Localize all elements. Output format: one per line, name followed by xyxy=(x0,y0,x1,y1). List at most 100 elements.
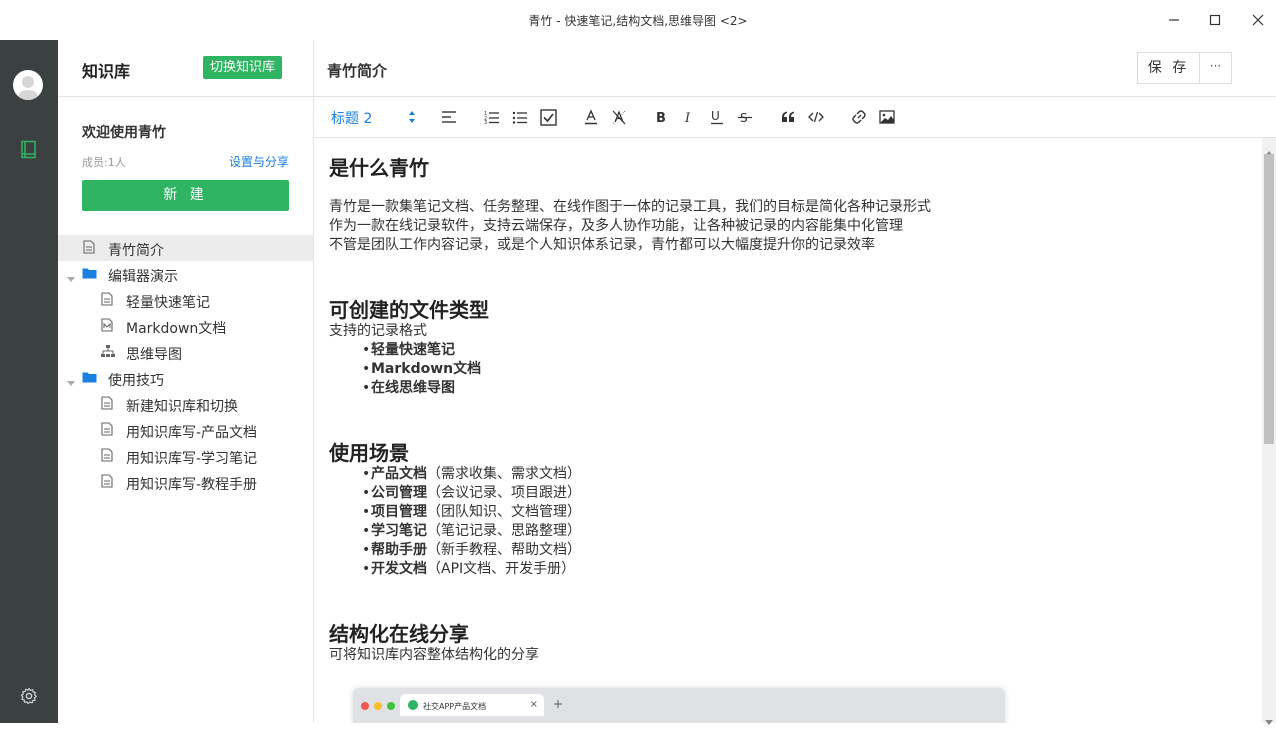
align-button[interactable] xyxy=(440,108,458,126)
checklist-button[interactable] xyxy=(539,108,557,126)
list-item: •学习笔记（笔记记录、思路整理） xyxy=(362,523,581,539)
list-item: •在线思维导图 xyxy=(362,380,455,396)
markdown-doc-icon xyxy=(101,318,113,336)
clear-format-button[interactable] xyxy=(610,108,628,126)
window-title: 青竹 - 快速笔记,结构文档,思维导图 <2> xyxy=(528,14,748,28)
sidebar-header: 知识库 切换知识库 xyxy=(58,40,313,97)
code-button[interactable] xyxy=(807,108,825,126)
settings-button[interactable] xyxy=(20,687,38,709)
doc-icon xyxy=(83,240,95,258)
editor-content[interactable]: 是什么青竹 青竹是一款集笔记文档、任务整理、在线作图于一体的记录工具，我们的目标… xyxy=(314,138,1262,723)
tree-item-study-notes[interactable]: 用知识库写-学习笔记 xyxy=(58,443,313,469)
left-rail xyxy=(0,40,58,723)
minimize-button[interactable] xyxy=(1164,10,1184,30)
text-color-button[interactable] xyxy=(582,108,600,126)
image-icon xyxy=(879,110,895,124)
maximize-icon xyxy=(1209,14,1221,26)
svg-text:3: 3 xyxy=(484,120,487,124)
tree-item-label: 轻量快速笔记 xyxy=(126,295,210,311)
heading-select[interactable]: 标题 2 xyxy=(331,108,416,128)
user-icon xyxy=(18,76,38,100)
paragraph: 可将知识库内容整体结构化的分享 xyxy=(329,647,539,663)
minimize-icon xyxy=(1169,19,1179,21)
document-header: 青竹简介 保 存 ··· xyxy=(314,40,1276,97)
italic-button[interactable]: I xyxy=(680,108,698,126)
tree-item-qingzhu-intro[interactable]: 青竹简介 xyxy=(58,235,313,261)
book-icon xyxy=(21,140,36,159)
doc-icon xyxy=(101,448,113,466)
chevron-down-icon[interactable] xyxy=(67,271,75,287)
tree-item-label: 青竹简介 xyxy=(108,243,164,259)
list-item-bold: 学习笔记 xyxy=(371,523,427,539)
gear-icon xyxy=(20,687,37,705)
svg-text:B: B xyxy=(656,111,666,124)
text-color-icon xyxy=(585,109,597,125)
bold-button[interactable]: B xyxy=(652,108,670,126)
editor-scrollbar[interactable] xyxy=(1262,138,1276,725)
maximize-button[interactable] xyxy=(1205,10,1225,30)
bullet-list-button[interactable] xyxy=(511,108,529,126)
tree-item-label: Markdown文档 xyxy=(126,321,227,337)
tree-item-markdown[interactable]: Markdown文档 xyxy=(58,313,313,339)
strikethrough-button[interactable]: S xyxy=(736,108,754,126)
link-button[interactable] xyxy=(850,108,868,126)
tree-item-label: 用知识库写-学习笔记 xyxy=(126,451,258,467)
document-title: 青竹简介 xyxy=(327,62,388,80)
tree-item-tips[interactable]: 使用技巧 xyxy=(58,365,313,391)
doc-icon xyxy=(101,474,113,492)
code-icon xyxy=(808,111,824,123)
more-options-button[interactable]: ··· xyxy=(1199,52,1232,84)
save-button[interactable]: 保 存 xyxy=(1137,52,1200,84)
list-item-text: （笔记记录、思路整理） xyxy=(427,523,581,539)
doc-icon xyxy=(101,422,113,440)
list-item-text: Markdown文档 xyxy=(371,361,482,377)
image-button[interactable] xyxy=(878,108,896,126)
align-left-icon xyxy=(442,111,456,123)
section-heading: 可创建的文件类型 xyxy=(329,298,489,322)
embedded-screenshot: 社交APP产品文档 × + xyxy=(353,688,1005,723)
section-heading: 使用场景 xyxy=(329,441,409,465)
traffic-light-maximize xyxy=(387,702,395,710)
paragraph: 作为一款在线记录软件，支持云端保存，及多人协作功能，让各种被记录的内容能集中化管… xyxy=(329,218,903,234)
tree-item-mindmap[interactable]: 思维导图 xyxy=(58,339,313,365)
list-item-text: （需求收集、需求文档） xyxy=(427,466,581,482)
list-item-text: （会议记录、项目跟进） xyxy=(427,485,581,501)
new-button[interactable]: 新 建 xyxy=(82,180,289,211)
settings-share-link[interactable]: 设置与分享 xyxy=(229,153,289,170)
underline-icon: U xyxy=(711,109,723,125)
scrollbar-thumb[interactable] xyxy=(1264,154,1274,444)
doc-icon xyxy=(101,292,113,310)
underline-button[interactable]: U xyxy=(708,108,726,126)
tree-item-label: 思维导图 xyxy=(126,347,182,363)
checkbox-icon xyxy=(539,108,557,126)
ordered-list-button[interactable]: 123 xyxy=(483,108,501,126)
tree-item-quick-note[interactable]: 轻量快速笔记 xyxy=(58,287,313,313)
list-item-bold: 帮助手册 xyxy=(371,542,427,558)
tree-item-editor-demo[interactable]: 编辑器演示 xyxy=(58,261,313,287)
paragraph: 不管是团队工作内容记录，或是个人知识体系记录，青竹都可以大幅度提升你的记录效率 xyxy=(329,237,875,253)
svg-text:U: U xyxy=(711,109,720,123)
doc-tree: 青竹简介 编辑器演示 轻量快速笔记 Markdown文档 思维导图 使用技巧 新… xyxy=(58,235,313,495)
list-item: •产品文档（需求收集、需求文档） xyxy=(362,466,581,482)
tree-item-product-docs[interactable]: 用知识库写-产品文档 xyxy=(58,417,313,443)
avatar[interactable] xyxy=(13,70,43,100)
list-item-bold: 项目管理 xyxy=(371,504,427,520)
scroll-down-icon[interactable] xyxy=(1265,711,1273,730)
svg-text:I: I xyxy=(684,111,691,124)
tree-item-tutorial[interactable]: 用知识库写-教程手册 xyxy=(58,469,313,495)
chevron-down-icon[interactable] xyxy=(67,375,75,391)
list-item: •项目管理（团队知识、文档管理） xyxy=(362,504,581,520)
mindmap-icon xyxy=(101,344,115,362)
italic-icon: I xyxy=(684,111,691,124)
tree-item-new-kb[interactable]: 新建知识库和切换 xyxy=(58,391,313,417)
list-item: •公司管理（会议记录、项目跟进） xyxy=(362,485,581,501)
quote-button[interactable] xyxy=(779,108,797,126)
clear-format-icon xyxy=(612,110,626,125)
close-button[interactable] xyxy=(1248,10,1268,30)
list-item-bold: 公司管理 xyxy=(371,485,427,501)
knowledge-base-nav[interactable] xyxy=(20,140,38,164)
switch-knowledge-base-button[interactable]: 切换知识库 xyxy=(203,56,283,79)
preview-browser-tab: 社交APP产品文档 × xyxy=(400,694,544,716)
member-count: 成员:1人 xyxy=(82,156,126,169)
tree-item-label: 使用技巧 xyxy=(108,373,164,389)
